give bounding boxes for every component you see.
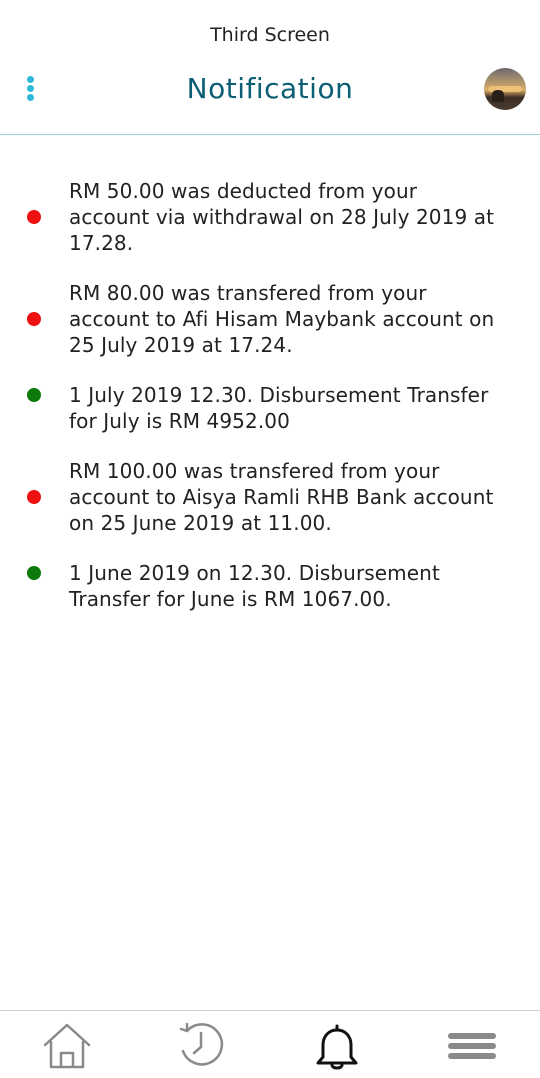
page-title: Notification: [186, 72, 354, 105]
credit-status-dot: [27, 566, 41, 580]
notification-item[interactable]: RM 100.00 was transfered from your accou…: [0, 458, 540, 536]
notification-text: 1 June 2019 on 12.30. Disbursement Trans…: [69, 561, 440, 611]
app-header: Notification: [0, 62, 540, 122]
hamburger-menu-icon[interactable]: [444, 1017, 500, 1073]
credit-status-dot: [27, 388, 41, 402]
notification-item[interactable]: 1 July 2019 12.30. Disbursement Transfer…: [0, 382, 540, 434]
debit-status-dot: [27, 312, 41, 326]
debit-status-dot: [27, 210, 41, 224]
notification-text: 1 July 2019 12.30. Disbursement Transfer…: [69, 383, 489, 433]
notification-item[interactable]: 1 June 2019 on 12.30. Disbursement Trans…: [0, 560, 540, 612]
history-icon[interactable]: [173, 1017, 229, 1073]
home-icon[interactable]: [39, 1017, 95, 1073]
notification-text: RM 80.00 was transfered from your accoun…: [69, 281, 495, 357]
bottom-navigation: [0, 1011, 540, 1078]
debit-status-dot: [27, 490, 41, 504]
notification-list: RM 50.00 was deducted from your account …: [0, 178, 540, 636]
notification-text: RM 100.00 was transfered from your accou…: [69, 459, 494, 535]
notification-text: RM 50.00 was deducted from your account …: [69, 179, 495, 255]
bell-icon[interactable]: [309, 1017, 365, 1073]
notification-item[interactable]: RM 50.00 was deducted from your account …: [0, 178, 540, 256]
header-divider: [0, 134, 540, 135]
notification-item[interactable]: RM 80.00 was transfered from your accoun…: [0, 280, 540, 358]
screen-label: Third Screen: [210, 24, 330, 46]
profile-avatar[interactable]: [484, 68, 526, 110]
